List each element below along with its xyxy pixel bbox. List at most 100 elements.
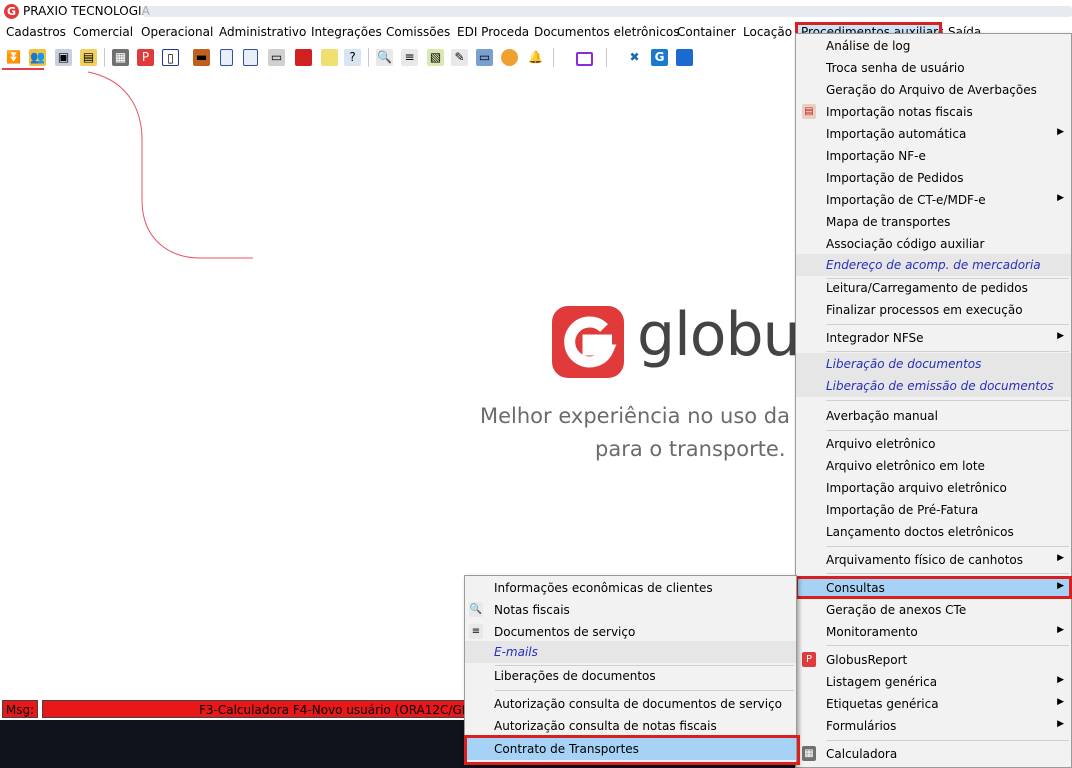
stamp-icon[interactable] (295, 49, 312, 66)
menu-separator (826, 351, 1069, 352)
monitor-icon[interactable] (576, 52, 593, 66)
book-icon[interactable]: ▯ (162, 49, 179, 66)
menu-item-label: Listagem genérica (826, 675, 938, 689)
menu-item-calculadora[interactable]: ▦ Calculadora (796, 743, 1071, 765)
menu-item-label: Mapa de transportes (826, 215, 951, 229)
menu-item-importacao-pedidos[interactable]: Importação de Pedidos (796, 167, 1071, 189)
file-icon[interactable] (676, 49, 693, 66)
menu-item-liberacao-emissao: Liberação de emissão de documentos (796, 375, 1071, 397)
menu-item-troca-senha[interactable]: Troca senha de usuário (796, 57, 1071, 79)
menu-item-importacao-notas-fiscais[interactable]: ▤ Importação notas fiscais (796, 101, 1071, 123)
brand-tagline-line1: Melhor experiência no uso da te (480, 404, 818, 428)
menu-item-importacao-nfe[interactable]: Importação NF-e (796, 145, 1071, 167)
menu-item-listagem-generica[interactable]: Listagem genérica ▶ (796, 671, 1071, 693)
submenu-item-autorizacao-documentos-servico[interactable]: Autorização consulta de documentos de se… (465, 693, 796, 715)
menu-separator (826, 645, 1069, 646)
certificate-icon[interactable]: ▧ (427, 49, 444, 66)
menu-item-arquivo-eletronico-lote[interactable]: Arquivo eletrônico em lote (796, 455, 1071, 477)
pie-chart-icon[interactable] (501, 49, 518, 66)
menu-item-geracao-averbacoes[interactable]: Geração do Arquivo de Averbações (796, 79, 1071, 101)
submenu-arrow-icon: ▶ (1057, 193, 1064, 203)
msg-text: F3-Calculadora F4-Novo usuário (ORA12C/G… (42, 700, 472, 718)
highlight-box-contrato (464, 735, 800, 765)
menu-operacional[interactable]: Operacional (141, 25, 213, 39)
menu-item-finalizar-processos[interactable]: Finalizar processos em execução (796, 299, 1071, 321)
double-chevron-down-icon[interactable]: ⏬ (5, 49, 22, 66)
user-card-icon[interactable]: ▣ (55, 49, 72, 66)
menu-cadastros[interactable]: Cadastros (6, 25, 66, 39)
submenu-item-informacoes-economicas[interactable]: Informações econômicas de clientes (465, 577, 796, 599)
magnifier-doc-icon[interactable]: 🔍 (376, 49, 393, 66)
menu-administrativo[interactable]: Administrativo (219, 25, 306, 39)
menu-item-importacao-arquivo-eletronico[interactable]: Importação arquivo eletrônico (796, 477, 1071, 499)
magnifier-list-icon[interactable]: ≡ (401, 49, 418, 66)
menu-item-arquivo-eletronico[interactable]: Arquivo eletrônico (796, 433, 1071, 455)
calculator-icon: ▦ (802, 746, 816, 761)
menu-item-importacao-automatica[interactable]: Importação automática ▶ (796, 123, 1071, 145)
print-icon[interactable]: ▭ (476, 49, 493, 66)
menu-item-label: Informações econômicas de clientes (494, 581, 713, 595)
tools-icon[interactable]: ✖ (626, 49, 643, 66)
submenu-item-documentos-servico[interactable]: ≡ Documentos de serviço (465, 621, 796, 643)
menu-item-analise-de-log[interactable]: Análise de log (796, 35, 1071, 57)
document-icon[interactable] (220, 49, 233, 66)
menu-item-label: Geração do Arquivo de Averbações (826, 83, 1037, 97)
menu-item-label: Endereço de acomp. de mercadoria (826, 258, 1041, 272)
blurred-connection-info (142, 6, 1072, 17)
menu-item-label: Liberações de documentos (494, 669, 656, 683)
menu-item-mapa-transportes[interactable]: Mapa de transportes (796, 211, 1071, 233)
bell-icon[interactable]: 🔔 (527, 49, 544, 66)
menu-item-etiquetas-generica[interactable]: Etiquetas genérica ▶ (796, 693, 1071, 715)
menu-edi-proceda[interactable]: EDI Proceda (457, 25, 529, 39)
menu-item-label: GlobusReport (826, 653, 908, 667)
menu-item-monitoramento[interactable]: Monitoramento ▶ (796, 621, 1071, 643)
menu-item-averbacao-manual[interactable]: Averbação manual (796, 405, 1071, 427)
menu-separator (826, 546, 1069, 547)
pencil-icon[interactable] (321, 49, 338, 66)
menu-item-globusreport[interactable]: P GlobusReport (796, 649, 1071, 671)
menu-item-label: Documentos de serviço (494, 625, 636, 639)
menu-item-label: Calculadora (826, 747, 898, 761)
documents-icon[interactable] (243, 49, 258, 66)
submenu-item-autorizacao-notas-fiscais[interactable]: Autorização consulta de notas fiscais (465, 715, 796, 737)
submenu-item-liberacoes-documentos[interactable]: Liberações de documentos (465, 665, 796, 687)
menu-container[interactable]: Container (677, 25, 736, 39)
menu-integracoes[interactable]: Integrações (311, 25, 382, 39)
menu-item-label: Importação notas fiscais (826, 105, 973, 119)
truck-icon[interactable]: ▬ (193, 49, 210, 66)
menu-item-leitura-carregamento[interactable]: Leitura/Carregamento de pedidos (796, 277, 1071, 299)
edit-doc-icon[interactable]: ✎ (451, 49, 468, 66)
menu-comissoes[interactable]: Comissões (386, 25, 450, 39)
menu-item-label: Importação de Pré-Fatura (826, 503, 979, 517)
menu-locacao[interactable]: Locação (743, 25, 792, 39)
menu-item-importacao-pre-fatura[interactable]: Importação de Pré-Fatura (796, 499, 1071, 521)
menu-item-label: Formulários (826, 719, 897, 733)
menu-separator (495, 690, 794, 691)
menu-item-geracao-anexos-cte[interactable]: Geração de anexos CTe (796, 599, 1071, 621)
users-icon[interactable]: 👥 (29, 49, 46, 66)
menu-item-formularios[interactable]: Formulários ▶ (796, 715, 1071, 737)
praxio-report-icon[interactable]: P (137, 49, 154, 66)
folder-chart-icon[interactable]: ▤ (80, 49, 97, 66)
menu-item-label: Geração de anexos CTe (826, 603, 967, 617)
printer-icon[interactable]: ▭ (268, 49, 285, 66)
calculator-icon[interactable]: ▦ (112, 49, 129, 66)
lightbulb-icon[interactable]: ? (344, 49, 361, 66)
menu-item-importacao-cte-mdfe[interactable]: Importação de CT-e/MDF-e ▶ (796, 189, 1071, 211)
menu-item-associacao-codigo[interactable]: Associação código auxiliar (796, 233, 1071, 255)
menu-item-label: Monitoramento (826, 625, 918, 639)
menu-item-lancamento-doctos[interactable]: Lançamento doctos eletrônicos (796, 521, 1071, 543)
import-invoice-icon: ▤ (802, 104, 816, 119)
menu-item-label: Integrador NFSe (826, 331, 924, 345)
menu-documentos-eletronicos[interactable]: Documentos eletrônicos (534, 25, 680, 39)
menu-comercial[interactable]: Comercial (73, 25, 133, 39)
globus-g-icon[interactable]: G (651, 49, 668, 66)
menu-item-integrador-nfse[interactable]: Integrador NFSe ▶ (796, 327, 1071, 349)
toolbar-separator (104, 48, 105, 67)
menu-item-label: Finalizar processos em execução (826, 303, 1023, 317)
menu-item-arquivamento-canhotos[interactable]: Arquivamento físico de canhotos ▶ (796, 549, 1071, 571)
procedimentos-auxiliares-menu: Análise de log Troca senha de usuário Ge… (795, 33, 1072, 768)
submenu-item-notas-fiscais[interactable]: 🔍 Notas fiscais (465, 599, 796, 621)
menu-separator (826, 400, 1069, 401)
title-bar: G PRAXIO TECNOLOGIA (0, 0, 1072, 22)
